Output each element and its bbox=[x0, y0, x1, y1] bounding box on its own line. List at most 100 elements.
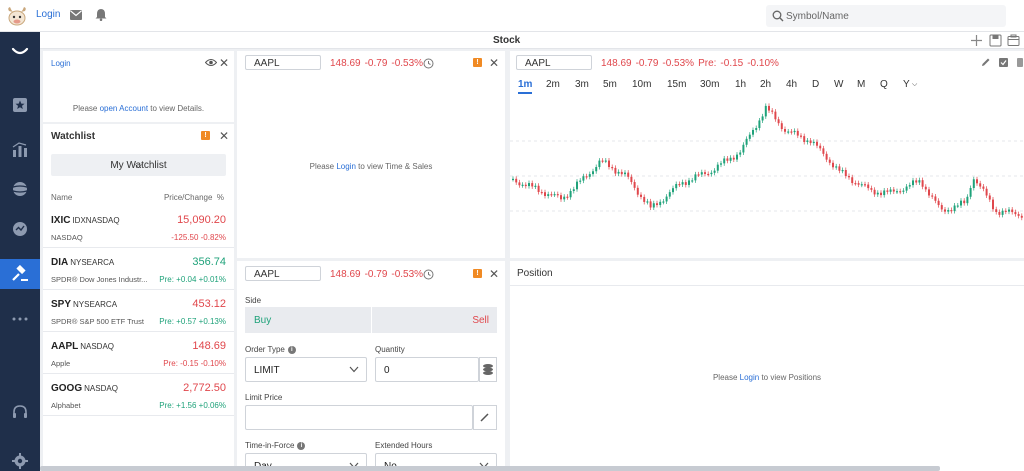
open-account-link[interactable]: open Account bbox=[100, 104, 148, 113]
candle bbox=[713, 170, 716, 173]
candle bbox=[908, 185, 911, 187]
chevron-down-icon bbox=[349, 366, 359, 373]
bull-logo-icon[interactable] bbox=[6, 5, 28, 27]
timeframe-1m[interactable]: 1m bbox=[518, 79, 533, 94]
sell-button[interactable]: Sell bbox=[372, 307, 497, 333]
edit-price-icon[interactable] bbox=[473, 405, 497, 430]
search-box[interactable] bbox=[766, 5, 1006, 27]
horizontal-scrollbar[interactable] bbox=[40, 466, 940, 471]
candle bbox=[995, 209, 998, 212]
order-type-select[interactable]: LIMIT bbox=[245, 357, 367, 382]
candle bbox=[611, 167, 614, 169]
timeframe-30m[interactable]: 30m bbox=[700, 79, 719, 90]
pencil-icon[interactable] bbox=[980, 57, 991, 68]
timeframe-2m[interactable]: 2m bbox=[546, 79, 560, 90]
ts-symbol-input[interactable]: AAPL bbox=[245, 55, 321, 70]
more-tools-icon[interactable] bbox=[1016, 57, 1024, 68]
candle bbox=[595, 167, 598, 172]
watchlist-row-aapl[interactable]: AAPL NASDAQ 148.69 Apple Pre: -0.15 -0.10… bbox=[43, 333, 234, 374]
limit-price-input[interactable] bbox=[245, 405, 473, 430]
candle bbox=[649, 201, 652, 208]
candle bbox=[896, 191, 898, 193]
side-label: Side bbox=[245, 296, 262, 305]
timeframe-5m[interactable]: 5m bbox=[603, 79, 617, 90]
bell-icon[interactable] bbox=[95, 8, 107, 21]
candlestick-chart[interactable] bbox=[510, 101, 1024, 251]
timeframe-w[interactable]: W bbox=[834, 79, 843, 90]
add-panel-icon[interactable] bbox=[970, 34, 983, 47]
timeframe-4h[interactable]: 4h bbox=[786, 79, 797, 90]
account-panel: Login ✕ Please open Account to view Deta… bbox=[43, 51, 234, 122]
position-login-message: Please Login to view Positions bbox=[712, 373, 822, 382]
alert-badge-icon[interactable]: ! bbox=[473, 58, 482, 67]
nav-more[interactable] bbox=[0, 304, 40, 334]
info-icon[interactable]: i bbox=[287, 345, 296, 354]
quantity-stack-icon[interactable] bbox=[479, 357, 497, 382]
close-icon[interactable]: ✕ bbox=[489, 268, 499, 280]
order-symbol-input[interactable]: AAPL bbox=[245, 266, 321, 281]
candle bbox=[780, 123, 783, 130]
timeframe-1h[interactable]: 1h bbox=[735, 79, 746, 90]
timeframe-2h[interactable]: 2h bbox=[760, 79, 771, 90]
buy-button[interactable]: Buy bbox=[245, 307, 371, 333]
nav-global[interactable] bbox=[0, 174, 40, 204]
watchlist-row-goog[interactable]: GOOG NASDAQ 2,772.50 Alphabet Pre: +1.56 … bbox=[43, 375, 234, 416]
account-login-link[interactable]: Login bbox=[51, 59, 71, 68]
candle bbox=[793, 130, 796, 133]
chevron-down-icon[interactable]: ⌵ bbox=[912, 81, 917, 89]
clock-icon[interactable] bbox=[423, 58, 434, 69]
timeframe-3m[interactable]: 3m bbox=[575, 79, 589, 90]
candle bbox=[566, 196, 569, 198]
alert-badge-icon[interactable]: ! bbox=[473, 269, 482, 278]
clock-icon[interactable] bbox=[423, 269, 434, 280]
candle bbox=[899, 191, 902, 193]
ts-login-link[interactable]: Login bbox=[336, 162, 356, 171]
nav-markets[interactable] bbox=[0, 135, 40, 165]
quantity-input[interactable]: 0 bbox=[375, 357, 479, 382]
tab-stock[interactable]: Stock bbox=[493, 35, 520, 46]
chart-symbol-input[interactable]: AAPL bbox=[516, 55, 592, 70]
candle bbox=[947, 210, 950, 212]
layout-manager-icon[interactable] bbox=[1007, 34, 1020, 47]
watchlist-row-spy[interactable]: SPY NYSEARCA 453.12 SPDR® S&P 500 ETF Tru… bbox=[43, 291, 234, 332]
candle bbox=[864, 184, 866, 186]
nav-community[interactable] bbox=[0, 214, 40, 244]
timeframe-m[interactable]: M bbox=[857, 79, 865, 90]
position-login-link[interactable]: Login bbox=[740, 373, 760, 382]
mail-icon[interactable] bbox=[70, 10, 82, 20]
candle bbox=[643, 196, 646, 202]
chart-quote: 148.69 -0.79 -0.53% Pre: -0.15 -0.10% bbox=[601, 58, 779, 69]
nav-support[interactable] bbox=[0, 397, 40, 427]
checkbox-icon[interactable] bbox=[998, 57, 1009, 68]
save-layout-icon[interactable] bbox=[989, 34, 1002, 47]
candle bbox=[646, 201, 649, 203]
alert-badge-icon[interactable]: ! bbox=[201, 131, 210, 140]
watchlist-select[interactable]: My Watchlist ⌵ bbox=[51, 154, 226, 176]
row-name: NASDAQ bbox=[51, 233, 83, 242]
login-link[interactable]: Login bbox=[36, 9, 60, 20]
watchlist-row-ixic[interactable]: IXIC IDXNASDAQ 15,090.20 NASDAQ -125.50 -… bbox=[43, 207, 234, 248]
watchlist-row-dia[interactable]: DIA NYSEARCA 356.74 SPDR® Dow Jones Indus… bbox=[43, 249, 234, 290]
candle bbox=[985, 188, 988, 196]
timeframe-q[interactable]: Q bbox=[880, 79, 888, 90]
row-price: 15,090.20 bbox=[177, 214, 226, 226]
nav-settings[interactable] bbox=[0, 446, 40, 471]
close-icon[interactable]: ✕ bbox=[219, 57, 229, 69]
timeframe-15m[interactable]: 15m bbox=[667, 79, 686, 90]
nav-home[interactable] bbox=[0, 36, 40, 66]
timeframe-10m[interactable]: 10m bbox=[632, 79, 651, 90]
candle bbox=[1001, 210, 1004, 215]
order-panel: AAPL 148.69 -0.79 -0.53% ! ✕ Side Buy Sell… bbox=[237, 261, 505, 471]
close-icon[interactable]: ✕ bbox=[219, 130, 229, 142]
timeframe-y[interactable]: Y bbox=[903, 79, 910, 90]
candle bbox=[883, 190, 886, 196]
nav-trade[interactable] bbox=[0, 259, 40, 289]
eye-icon[interactable] bbox=[205, 58, 217, 67]
search-input[interactable] bbox=[786, 8, 996, 24]
info-icon[interactable]: i bbox=[297, 441, 306, 450]
close-icon[interactable]: ✕ bbox=[489, 57, 499, 69]
timeframe-d[interactable]: D bbox=[812, 79, 819, 90]
candle bbox=[832, 162, 834, 168]
nav-favorites[interactable] bbox=[0, 90, 40, 120]
candle bbox=[822, 148, 825, 154]
